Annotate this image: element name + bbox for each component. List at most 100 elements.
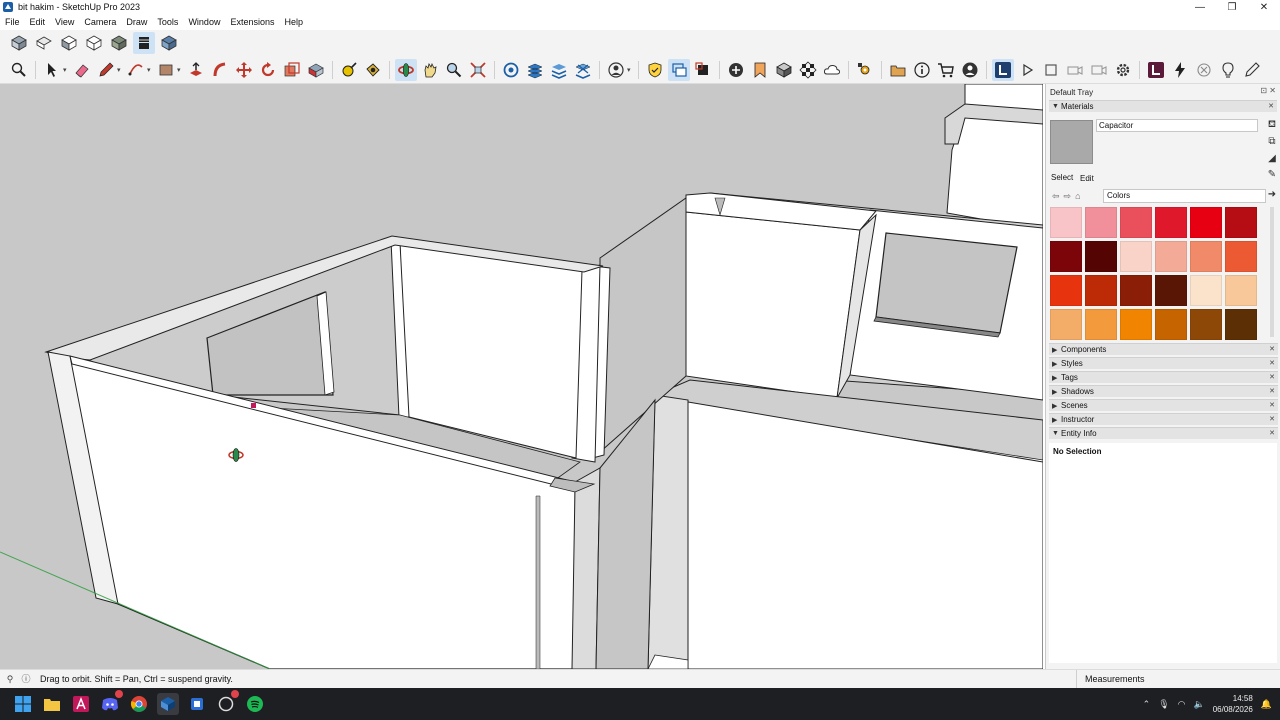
panel-close-icon[interactable]: ✕ xyxy=(1269,415,1275,423)
offset-tool-button[interactable] xyxy=(305,59,327,81)
top-view-button[interactable] xyxy=(33,32,55,54)
color-swatch[interactable] xyxy=(1085,275,1117,306)
left-view-button[interactable] xyxy=(133,32,155,54)
menu-extensions[interactable]: Extensions xyxy=(225,17,279,27)
scenes-panel-header[interactable]: ▶ Scenes ✕ xyxy=(1049,399,1278,411)
arc-tool-button[interactable] xyxy=(125,59,147,81)
library-dropdown[interactable]: Colors xyxy=(1103,189,1266,203)
ext-3-button[interactable] xyxy=(692,59,714,81)
sample-paint-icon[interactable]: ◢ xyxy=(1266,153,1278,165)
rotate-tool-button[interactable] xyxy=(257,59,279,81)
menu-camera[interactable]: Camera xyxy=(79,17,121,27)
panel-close-icon[interactable]: ✕ xyxy=(1269,429,1275,437)
measurements-box[interactable]: Measurements xyxy=(1076,670,1145,689)
color-swatch[interactable] xyxy=(1120,275,1152,306)
color-swatch[interactable] xyxy=(1190,207,1222,238)
info-icon[interactable]: ⓘ xyxy=(20,673,32,685)
camera-record-button[interactable] xyxy=(1064,59,1086,81)
pan-tool-button[interactable] xyxy=(419,59,441,81)
color-swatch[interactable] xyxy=(1050,241,1082,272)
color-swatch[interactable] xyxy=(1085,241,1117,272)
chevron-down-icon[interactable]: ▾ xyxy=(177,66,183,74)
color-swatch[interactable] xyxy=(1190,309,1222,340)
settings-button[interactable] xyxy=(1112,59,1134,81)
ext-12-button[interactable] xyxy=(935,59,957,81)
ext-8-button[interactable] xyxy=(821,59,843,81)
chevron-down-icon[interactable]: ▾ xyxy=(63,66,69,74)
layers-tool-1-button[interactable] xyxy=(524,59,546,81)
ext-15-button[interactable] xyxy=(1145,59,1167,81)
layers-tool-3-button[interactable] xyxy=(572,59,594,81)
scale-tool-button[interactable] xyxy=(281,59,303,81)
paint-bucket-button[interactable] xyxy=(362,59,384,81)
geo-location-icon[interactable]: ⚲ xyxy=(4,673,16,685)
line-tool-button[interactable] xyxy=(95,59,117,81)
speaker-icon[interactable]: 🔈 xyxy=(1194,699,1205,710)
discord-button[interactable] xyxy=(99,690,123,715)
ext-19-button[interactable] xyxy=(1241,59,1263,81)
chevron-down-icon[interactable]: ▾ xyxy=(147,66,153,74)
panel-close-icon[interactable]: ✕ xyxy=(1269,401,1275,409)
eraser-tool-button[interactable] xyxy=(71,59,93,81)
menu-edit[interactable]: Edit xyxy=(25,17,51,27)
ext-14-button[interactable] xyxy=(992,58,1014,81)
ext-2-button[interactable] xyxy=(668,58,690,81)
ext-18-button[interactable] xyxy=(1217,59,1239,81)
chevron-down-icon[interactable]: ▾ xyxy=(627,66,633,74)
color-swatch[interactable] xyxy=(1120,309,1152,340)
color-swatch[interactable] xyxy=(1050,309,1082,340)
back-arrow-icon[interactable]: ⇦ xyxy=(1052,191,1060,202)
color-swatch[interactable] xyxy=(1155,309,1187,340)
app-c-button[interactable] xyxy=(215,690,239,715)
zoom-extents-tool-button[interactable] xyxy=(467,59,489,81)
select-tool-button[interactable] xyxy=(41,59,63,81)
chrome-button[interactable] xyxy=(128,693,150,715)
follow-me-tool-button[interactable] xyxy=(209,59,231,81)
material-preview-swatch[interactable] xyxy=(1050,120,1093,164)
menu-tools[interactable]: Tools xyxy=(152,17,183,27)
restore-button[interactable]: ❐ xyxy=(1216,0,1248,14)
panel-close-icon[interactable]: ✕ xyxy=(1269,387,1275,395)
eyedropper-icon[interactable]: ✎ xyxy=(1266,169,1278,181)
swatch-scrollbar[interactable] xyxy=(1270,207,1274,337)
tray-pin-icon[interactable]: ⊡ ✕ xyxy=(1260,86,1276,95)
material-name-input[interactable]: Capacitor xyxy=(1096,119,1258,132)
tab-select[interactable]: Select xyxy=(1051,173,1073,182)
color-swatch[interactable] xyxy=(1155,241,1187,272)
color-swatch[interactable] xyxy=(1190,241,1222,272)
clock[interactable]: 14:58 06/08/2026 xyxy=(1213,693,1253,715)
color-swatch[interactable] xyxy=(1190,275,1222,306)
account-button[interactable] xyxy=(605,59,627,81)
minimize-button[interactable]: — xyxy=(1184,0,1216,14)
components-panel-header[interactable]: ▶ Components ✕ xyxy=(1049,343,1278,355)
color-swatch[interactable] xyxy=(1120,241,1152,272)
ext-4-button[interactable] xyxy=(725,59,747,81)
bottom-view-button[interactable] xyxy=(158,32,180,54)
ext-9-button[interactable] xyxy=(854,59,876,81)
microphone-icon[interactable]: 🎙 xyxy=(1158,699,1169,710)
app-b-button[interactable] xyxy=(186,693,208,715)
materials-panel-header[interactable]: ▼ Materials ✕ xyxy=(1049,100,1277,112)
instructor-panel-header[interactable]: ▶ Instructor ✕ xyxy=(1049,413,1278,425)
layers-tool-2-button[interactable] xyxy=(548,59,570,81)
stop-button[interactable] xyxy=(1040,59,1062,81)
menu-help[interactable]: Help xyxy=(279,17,308,27)
tags-panel-header[interactable]: ▶ Tags ✕ xyxy=(1049,371,1278,383)
chevron-up-icon[interactable]: ⌃ xyxy=(1143,699,1151,710)
ext-13-button[interactable] xyxy=(959,59,981,81)
menu-file[interactable]: File xyxy=(0,17,25,27)
ext-1-button[interactable] xyxy=(644,59,666,81)
entity-info-panel-header[interactable]: ▼ Entity Info ✕ xyxy=(1049,427,1278,439)
ext-17-button[interactable] xyxy=(1193,59,1215,81)
tape-measure-button[interactable] xyxy=(338,59,360,81)
color-swatch[interactable] xyxy=(1050,207,1082,238)
3d-warehouse-button[interactable] xyxy=(500,59,522,81)
shadows-panel-header[interactable]: ▶ Shadows ✕ xyxy=(1049,385,1278,397)
color-swatch[interactable] xyxy=(1225,309,1257,340)
push-pull-tool-button[interactable] xyxy=(185,59,207,81)
iso-view-button[interactable] xyxy=(8,32,30,54)
color-swatch[interactable] xyxy=(1225,275,1257,306)
orbit-tool-button[interactable] xyxy=(395,58,417,81)
menu-draw[interactable]: Draw xyxy=(121,17,152,27)
color-swatch[interactable] xyxy=(1085,207,1117,238)
